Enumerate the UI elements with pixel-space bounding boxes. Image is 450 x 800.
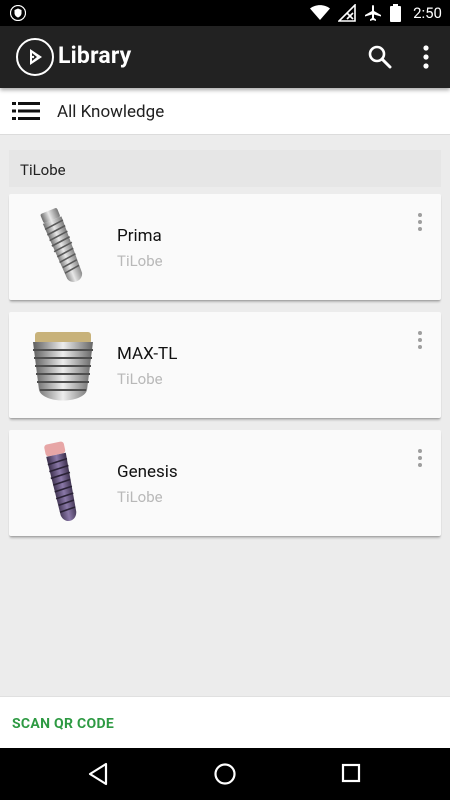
page-title: Library (58, 42, 132, 69)
item-title: Genesis (117, 462, 178, 482)
wifi-icon (310, 5, 331, 20)
battery-icon (390, 4, 402, 22)
search-icon[interactable] (366, 43, 394, 71)
list-item[interactable]: MAX-TL TiLobe (9, 312, 441, 418)
category-header[interactable]: All Knowledge (0, 88, 450, 135)
more-vert-icon[interactable] (413, 212, 427, 232)
status-time: 2:50 (413, 4, 442, 22)
recent-apps-icon[interactable] (341, 763, 361, 783)
bottom-action-bar: SCAN QR CODE (0, 696, 450, 748)
item-subtitle: TiLobe (117, 488, 163, 506)
item-title: MAX-TL (117, 344, 178, 364)
implant-thumbnail (44, 441, 77, 521)
app-bar: Library (0, 26, 450, 88)
section-header: TiLobe (9, 150, 441, 187)
shield-icon (10, 5, 26, 21)
item-subtitle: TiLobe (117, 370, 163, 388)
more-vert-icon[interactable] (413, 330, 427, 350)
airplane-icon (365, 5, 382, 21)
signal-off-icon (338, 4, 356, 22)
list-item[interactable]: Genesis TiLobe (9, 430, 441, 536)
scan-qr-button[interactable]: SCAN QR CODE (12, 716, 114, 732)
list-icon[interactable] (12, 101, 40, 121)
implant-thumbnail (40, 208, 83, 282)
more-vert-icon[interactable] (413, 448, 427, 468)
play-logo-icon (16, 38, 54, 76)
category-title: All Knowledge (57, 102, 165, 122)
status-icons: 2:50 (310, 0, 442, 26)
more-vert-icon[interactable] (414, 43, 438, 71)
home-icon[interactable] (213, 762, 237, 786)
system-nav-bar (0, 748, 450, 800)
section-label: TiLobe (20, 161, 66, 179)
status-bar: 2:50 (0, 0, 450, 26)
item-title: Prima (117, 226, 162, 246)
list-item[interactable]: Prima TiLobe (9, 194, 441, 300)
item-subtitle: TiLobe (117, 252, 163, 270)
back-icon[interactable] (87, 762, 109, 786)
implant-thumbnail (33, 332, 93, 401)
